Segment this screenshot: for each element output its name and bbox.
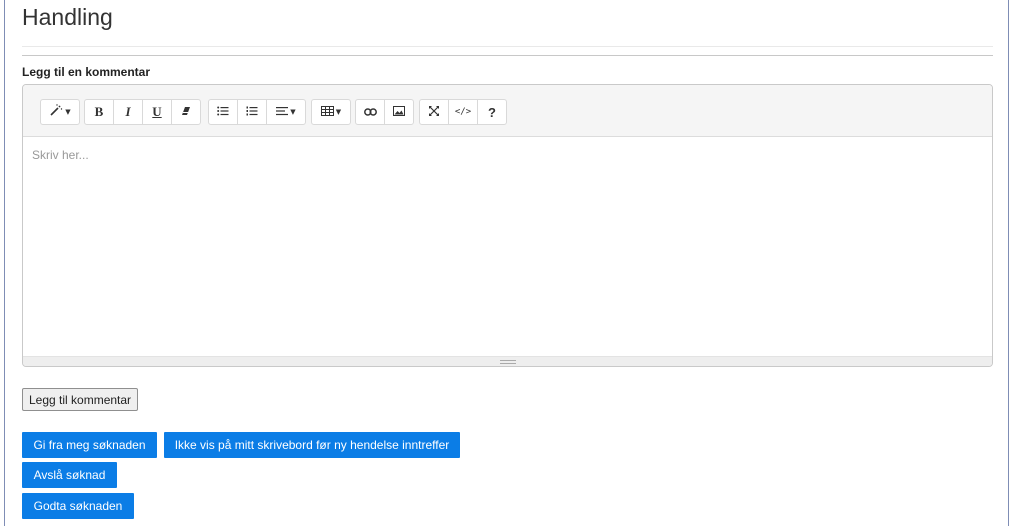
codeview-button[interactable]: </> <box>448 99 478 125</box>
comment-label: Legg til en kommentar <box>22 65 151 79</box>
font-group: B I U <box>84 99 201 125</box>
editor-toolbar: ▼ B I U ▼ ▼ </> ? <box>23 85 992 137</box>
editor-resize-bar[interactable] <box>23 356 992 366</box>
rich-text-editor: ▼ B I U ▼ ▼ </> ? Skriv her... <box>22 84 993 367</box>
ordered-list-button[interactable] <box>237 99 267 125</box>
help-button[interactable]: ? <box>477 99 507 125</box>
reject-application-button[interactable]: Avslå søknad <box>22 462 117 488</box>
align-button[interactable]: ▼ <box>266 99 306 125</box>
editor-placeholder[interactable]: Skriv her... <box>32 148 89 162</box>
release-application-button[interactable]: Gi fra meg søknaden <box>22 432 157 458</box>
fullscreen-icon <box>429 105 439 120</box>
unordered-list-button[interactable] <box>208 99 238 125</box>
eraser-icon <box>181 105 191 120</box>
page-title: Handling <box>22 4 113 30</box>
divider <box>22 55 993 56</box>
table-icon <box>320 105 334 120</box>
link-icon <box>363 105 377 120</box>
ordered-list-icon <box>246 105 258 120</box>
chevron-down-icon: ▼ <box>335 108 342 116</box>
fullscreen-button[interactable] <box>419 99 449 125</box>
link-button[interactable] <box>355 99 385 125</box>
approve-application-button[interactable]: Godta søknaden <box>22 493 134 519</box>
clear-format-button[interactable] <box>171 99 201 125</box>
view-group: </> ? <box>419 99 507 125</box>
style-button[interactable]: ▼ <box>40 99 80 125</box>
para-group: ▼ <box>208 99 306 125</box>
chevron-down-icon: ▼ <box>290 108 296 116</box>
hide-until-event-button[interactable]: Ikke vis på mitt skrivebord før ny hende… <box>164 432 460 458</box>
divider-light <box>22 46 993 47</box>
table-group: ▼ <box>311 99 351 125</box>
picture-icon <box>393 105 405 120</box>
magic-wand-icon <box>49 104 63 120</box>
chevron-down-icon: ▼ <box>65 108 71 116</box>
unordered-list-icon <box>217 105 229 120</box>
bold-button[interactable]: B <box>84 99 114 125</box>
resize-grip-icon[interactable] <box>500 360 516 364</box>
add-comment-button[interactable]: Legg til kommentar <box>22 388 139 411</box>
insert-group <box>355 99 414 125</box>
table-button[interactable]: ▼ <box>311 99 351 125</box>
italic-button[interactable]: I <box>113 99 143 125</box>
picture-button[interactable] <box>384 99 414 125</box>
style-group: ▼ <box>40 99 80 125</box>
underline-button[interactable]: U <box>142 99 172 125</box>
align-icon <box>276 105 289 120</box>
